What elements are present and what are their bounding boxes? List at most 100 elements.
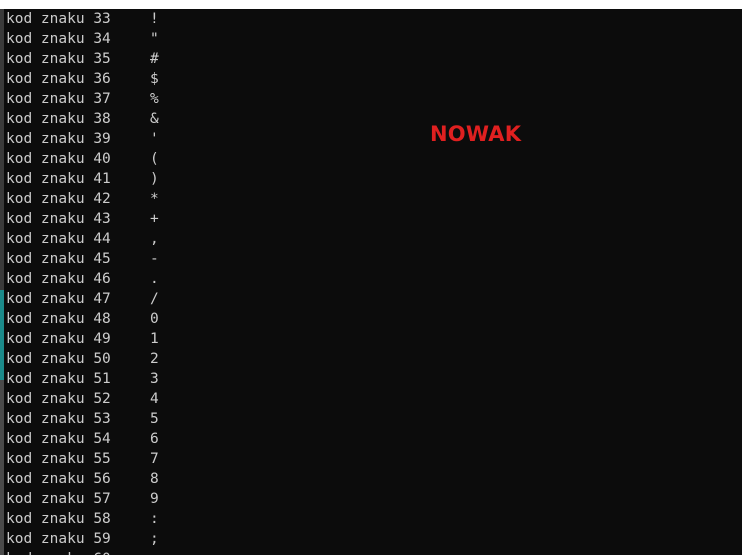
row-character: (: [150, 151, 159, 167]
row-character: 8: [150, 471, 159, 487]
console-row: kod znaku 42 *: [6, 189, 406, 209]
row-label: kod znaku: [6, 391, 85, 407]
console-row: kod znaku 50 2: [6, 349, 406, 369]
console-row: kod znaku 37%: [6, 89, 406, 109]
row-character: !: [150, 11, 159, 27]
row-label: kod znaku: [6, 91, 85, 107]
row-code: 57: [93, 491, 111, 507]
console-row: kod znaku 47 /: [6, 289, 406, 309]
row-label: kod znaku: [6, 411, 85, 427]
row-character: 1: [150, 331, 159, 347]
row-code: 58: [93, 511, 111, 527]
row-code: 48: [93, 311, 111, 327]
row-label: kod znaku: [6, 331, 85, 347]
row-label: kod znaku: [6, 451, 85, 467]
left-edge-accent: [0, 290, 4, 380]
console-row: kod znaku 56 8: [6, 469, 406, 489]
row-code: 47: [93, 291, 111, 307]
row-label: kod znaku: [6, 371, 85, 387]
row-character: :: [150, 511, 159, 527]
row-code: 44: [93, 231, 111, 247]
console-row: kod znaku 38 &: [6, 109, 406, 129]
row-character: -: [150, 251, 159, 267]
row-label: kod znaku: [6, 531, 85, 547]
row-code: 37: [93, 91, 111, 107]
row-character: ): [150, 171, 159, 187]
row-character: 9: [150, 491, 159, 507]
row-label: kod znaku: [6, 551, 85, 555]
row-label: kod znaku: [6, 351, 85, 367]
row-character: ;: [150, 531, 159, 547]
row-character: 3: [150, 371, 159, 387]
partial-output-line: kod znaku 60: [6, 549, 111, 555]
row-character: $: [150, 71, 159, 87]
row-code: 49: [93, 331, 111, 347]
console-row: kod znaku 40 (: [6, 149, 406, 169]
row-label: kod znaku: [6, 191, 85, 207]
row-character: 4: [150, 391, 159, 407]
row-label: kod znaku: [6, 431, 85, 447]
row-label: kod znaku: [6, 211, 85, 227]
console-row: kod znaku 49 1: [6, 329, 406, 349]
console-row: kod znaku 34 ": [6, 29, 406, 49]
row-label: kod znaku: [6, 471, 85, 487]
row-code: 55: [93, 451, 111, 467]
row-label: kod znaku: [6, 271, 85, 287]
row-character: /: [150, 291, 159, 307]
row-code: 53: [93, 411, 111, 427]
row-character: 7: [150, 451, 159, 467]
row-code: 38: [93, 111, 111, 127]
row-code: 50: [93, 351, 111, 367]
row-code: 39: [93, 131, 111, 147]
console-row: kod znaku 36 $: [6, 69, 406, 89]
row-character: 6: [150, 431, 159, 447]
row-code: 35: [93, 51, 111, 67]
row-code: 45: [93, 251, 111, 267]
row-label: kod znaku: [6, 291, 85, 307]
console-row: kod znaku 53 5: [6, 409, 406, 429]
console-row: kod znaku 54 6: [6, 429, 406, 449]
row-code: 54: [93, 431, 111, 447]
row-label: kod znaku: [6, 251, 85, 267]
console-row: kod znaku 43 +: [6, 209, 406, 229]
row-label: kod znaku: [6, 231, 85, 247]
console-window: kod znaku 33! kod znaku 34 " kod znaku 35 # k…: [0, 0, 742, 555]
row-code: 33: [93, 11, 111, 27]
row-character: &: [150, 111, 159, 127]
left-edge-dark: [0, 380, 4, 555]
row-code: 56: [93, 471, 111, 487]
row-label: kod znaku: [6, 31, 85, 47]
console-row: kod znaku 33!: [6, 9, 406, 29]
row-character: ": [150, 31, 159, 47]
console-row: kod znaku 41): [6, 169, 406, 189]
row-label: kod znaku: [6, 71, 85, 87]
row-label: kod znaku: [6, 311, 85, 327]
row-character: .: [150, 271, 159, 287]
row-code: 59: [93, 531, 111, 547]
console-row: kod znaku 52 4: [6, 389, 406, 409]
row-label: kod znaku: [6, 171, 85, 187]
row-code: 42: [93, 191, 111, 207]
console-row: kod znaku 55 7: [6, 449, 406, 469]
console-row: kod znaku 45 -: [6, 249, 406, 269]
window-top-strip: [0, 0, 742, 9]
row-code: 36: [93, 71, 111, 87]
row-character: 5: [150, 411, 159, 427]
row-character: ': [150, 131, 159, 147]
row-character: ,: [150, 231, 159, 247]
row-label: kod znaku: [6, 111, 85, 127]
console-row: kod znaku 51 3: [6, 369, 406, 389]
row-character: *: [150, 191, 159, 207]
row-code: 41: [93, 171, 111, 187]
console-output: kod znaku 33! kod znaku 34 " kod znaku 35 # k…: [6, 9, 406, 549]
row-code: 43: [93, 211, 111, 227]
row-code: 52: [93, 391, 111, 407]
console-row: kod znaku 35 #: [6, 49, 406, 69]
overlay-name-label: NOWAK: [430, 122, 522, 146]
row-code: 40: [93, 151, 111, 167]
row-label: kod znaku: [6, 51, 85, 67]
row-character: 2: [150, 351, 159, 367]
row-character: %: [150, 91, 159, 107]
row-label: kod znaku: [6, 491, 85, 507]
row-character: +: [150, 211, 159, 227]
